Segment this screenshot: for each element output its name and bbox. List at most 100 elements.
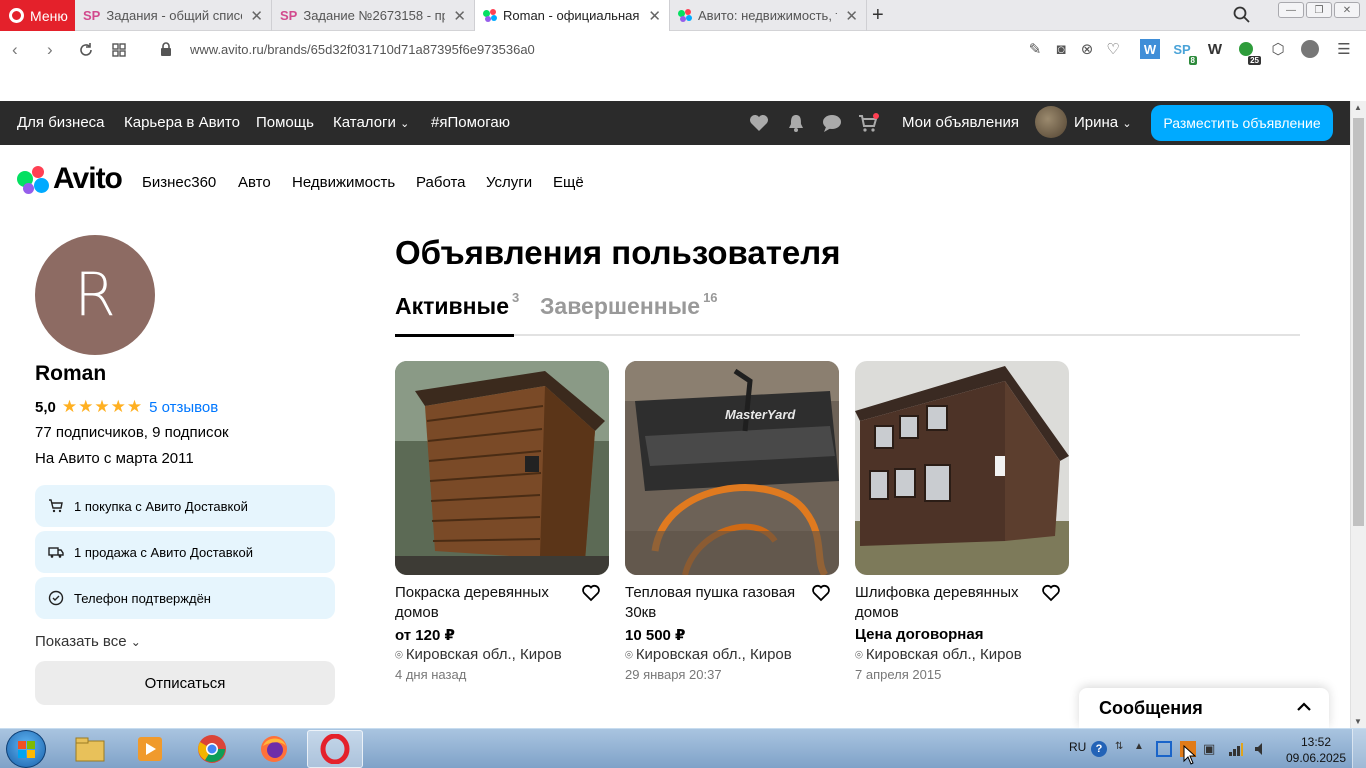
- scrollbar-thumb[interactable]: [1353, 118, 1364, 526]
- chevron-up-icon[interactable]: [1295, 698, 1313, 716]
- close-tab-icon[interactable]: ✕: [648, 7, 661, 25]
- cart-icon[interactable]: [857, 112, 879, 134]
- back-icon[interactable]: ‹: [12, 40, 18, 60]
- notifications-bell-icon[interactable]: [785, 112, 807, 134]
- tab-roman-profile[interactable]: Roman - официальная стр ✕: [475, 0, 670, 31]
- active-tab-underline: [395, 334, 514, 337]
- scroll-down-icon[interactable]: ▼: [1354, 717, 1362, 726]
- avito-favicon-icon: [678, 8, 692, 23]
- help-icon[interactable]: ?: [1091, 741, 1107, 757]
- camera-icon[interactable]: ◙: [1051, 39, 1071, 59]
- category-auto[interactable]: Авто: [238, 174, 271, 191]
- explorer-taskbar-icon[interactable]: [62, 730, 118, 768]
- reviews-link[interactable]: 5 отзывов: [149, 399, 218, 416]
- avito-logo[interactable]: Avito: [17, 162, 123, 196]
- link-help[interactable]: Помощь: [256, 114, 314, 131]
- close-tab-icon[interactable]: ✕: [453, 7, 466, 25]
- link-for-business[interactable]: Для бизнеса: [17, 114, 105, 131]
- location-text: Кировская обл., Киров: [405, 646, 562, 663]
- badge-purchase-delivery: 1 покупка с Авито Доставкой: [35, 485, 335, 527]
- tab-task-2673158[interactable]: SP Задание №2673158 - прос ✕: [272, 0, 475, 31]
- new-tab-icon[interactable]: +: [872, 4, 884, 27]
- network-signal-icon[interactable]: [1228, 741, 1244, 757]
- badge-text: 1 покупка с Авито Доставкой: [74, 498, 248, 514]
- listing-card[interactable]: Покраска деревянных домов от 120 ₽ ⌾ Кир…: [395, 361, 609, 682]
- green-extension-icon[interactable]: 25: [1236, 39, 1261, 65]
- firefox-taskbar-icon[interactable]: [246, 730, 302, 768]
- taskbar-clock[interactable]: 13:52 09.06.2025: [1284, 734, 1348, 766]
- listing-title[interactable]: Тепловая пушка газовая 30кв: [625, 583, 805, 623]
- tab-active-label: Активные: [395, 293, 509, 319]
- url-text[interactable]: www.avito.ru/brands/65d32f031710d71a8739…: [190, 42, 535, 57]
- messages-bubble-icon[interactable]: [821, 112, 843, 134]
- user-menu[interactable]: Ирина ⌄: [1074, 114, 1132, 131]
- category-more[interactable]: Ещё: [553, 174, 584, 191]
- adblock-icon[interactable]: ⊗: [1077, 39, 1097, 59]
- tab-title: Roman - официальная стр: [503, 8, 640, 23]
- forward-icon[interactable]: ›: [47, 40, 53, 60]
- category-business360[interactable]: Бизнес360: [142, 174, 216, 191]
- tab-tasks-list[interactable]: SP Задания - общий список з ✕: [75, 0, 272, 31]
- edit-icon[interactable]: ✎: [1025, 39, 1045, 59]
- listing-image-heat-gun[interactable]: MasterYard: [625, 361, 839, 575]
- device-icon[interactable]: ▣: [1203, 741, 1219, 757]
- start-button[interactable]: [6, 730, 46, 768]
- my-ads-link[interactable]: Мои объявления: [902, 114, 1019, 131]
- minimize-icon[interactable]: —: [1278, 2, 1304, 18]
- favorite-heart-icon[interactable]: [1041, 583, 1061, 603]
- favorites-heart-icon[interactable]: [748, 112, 770, 134]
- listing-card[interactable]: Шлифовка деревянных домов Цена договорна…: [855, 361, 1069, 682]
- profile-icon[interactable]: [1300, 39, 1320, 59]
- rating-stars-icon: ★★★★★: [61, 397, 144, 416]
- close-window-icon[interactable]: ✕: [1334, 2, 1360, 18]
- cart-icon: [49, 499, 63, 513]
- media-player-taskbar-icon[interactable]: [122, 730, 178, 768]
- link-ya-pomogayu[interactable]: #яПомогаю: [431, 114, 510, 131]
- favorite-heart-icon[interactable]: [811, 583, 831, 603]
- category-services[interactable]: Услуги: [486, 174, 532, 191]
- link-catalogs[interactable]: Каталоги ⌄: [333, 114, 409, 131]
- tab-avito-main[interactable]: Авито: недвижимость, тра ✕: [670, 0, 867, 31]
- easy-setup-icon[interactable]: ☰: [1334, 39, 1354, 59]
- category-jobs[interactable]: Работа: [416, 174, 466, 191]
- opera-taskbar-icon[interactable]: [307, 730, 363, 768]
- maximize-icon[interactable]: ❐: [1306, 2, 1332, 18]
- favorite-heart-icon[interactable]: [581, 583, 601, 603]
- badge-text: 1 продажа с Авито Доставкой: [74, 544, 253, 560]
- listing-title[interactable]: Покраска деревянных домов: [395, 583, 575, 623]
- tab-completed-listings[interactable]: Завершенные 16: [540, 290, 718, 320]
- show-hidden-icons-icon[interactable]: ▲: [1134, 741, 1150, 757]
- reload-icon[interactable]: [78, 42, 94, 58]
- cube-icon[interactable]: ⬡: [1268, 39, 1288, 59]
- lock-icon[interactable]: [160, 42, 172, 57]
- speed-dial-icon[interactable]: [112, 43, 126, 57]
- language-indicator[interactable]: RU: [1069, 740, 1086, 754]
- category-real-estate[interactable]: Недвижимость: [292, 174, 395, 191]
- wiki-extension-icon[interactable]: W: [1205, 39, 1225, 59]
- tab-search-icon[interactable]: [1233, 6, 1251, 24]
- show-desktop-button[interactable]: [1352, 729, 1366, 768]
- chrome-taskbar-icon[interactable]: [184, 730, 240, 768]
- messages-widget[interactable]: Сообщения: [1079, 688, 1329, 728]
- link-career[interactable]: Карьера в Авито: [124, 114, 240, 131]
- listing-image-log-house[interactable]: [855, 361, 1069, 575]
- show-all-button[interactable]: Показать все ⌄: [35, 633, 141, 650]
- listing-title[interactable]: Шлифовка деревянных домов: [855, 583, 1035, 623]
- unsubscribe-button[interactable]: Отписаться: [35, 661, 335, 705]
- listing-image-wooden-bathhouse[interactable]: [395, 361, 609, 575]
- tab-active-listings[interactable]: Активные 3: [395, 290, 519, 320]
- scroll-up-icon[interactable]: ▲: [1354, 103, 1362, 112]
- close-tab-icon[interactable]: ✕: [250, 7, 263, 25]
- volume-icon[interactable]: [1253, 741, 1269, 757]
- screenshot-tool-icon[interactable]: [1156, 741, 1172, 757]
- listing-card[interactable]: MasterYard Тепловая пушка газовая 30кв 1…: [625, 361, 839, 682]
- opera-menu-button[interactable]: Меню: [0, 0, 75, 31]
- page-scrollbar[interactable]: ▲ ▼: [1350, 101, 1366, 728]
- display-switch-icon[interactable]: ⇅: [1115, 741, 1131, 757]
- sp-extension-icon[interactable]: SP 8: [1172, 39, 1197, 65]
- heart-icon[interactable]: ♡: [1103, 39, 1123, 59]
- post-ad-button[interactable]: Разместить объявление: [1151, 105, 1333, 141]
- close-tab-icon[interactable]: ✕: [845, 7, 858, 25]
- word-extension-icon[interactable]: W: [1140, 39, 1160, 59]
- user-avatar[interactable]: [1035, 106, 1067, 138]
